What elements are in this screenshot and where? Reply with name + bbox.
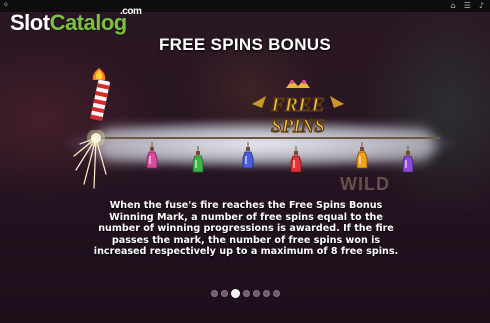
potion-bottle-red-icon	[290, 146, 302, 173]
pagination-dots	[0, 289, 490, 298]
watermark-catalog: Catalog	[49, 10, 128, 35]
pagination-dot[interactable]	[220, 290, 228, 297]
pagination-dot[interactable]	[252, 290, 260, 297]
free-spins-logo: FREE SPINS	[252, 80, 344, 138]
pagination-dot[interactable]	[210, 290, 218, 297]
watermark-com: .com	[120, 6, 142, 17]
potion-bottle-pink-icon	[146, 142, 158, 169]
rules-description: When the fuse's fire reaches the Free Sp…	[93, 200, 399, 258]
progression-bottles	[0, 138, 490, 178]
pagination-dot[interactable]	[272, 290, 280, 297]
potion-bottle-orange-icon	[356, 142, 368, 169]
logo-free-text: FREE	[270, 94, 324, 116]
menu-icon[interactable]: ☰	[464, 1, 471, 11]
sound-icon[interactable]: ♪	[479, 1, 484, 11]
potion-bottle-purple-icon	[402, 146, 414, 173]
potion-bottle-green-icon	[192, 146, 204, 173]
page-title: FREE SPINS BONUS	[159, 35, 331, 54]
slotcatalog-watermark: SlotCatalog .com	[10, 6, 142, 36]
logo-spins-text: SPINS	[271, 116, 325, 137]
top-bar-icons: ⌂ ☰ ♪	[451, 1, 484, 11]
pagination-dot[interactable]	[262, 290, 270, 297]
pagination-dot-active[interactable]	[230, 289, 240, 298]
pagination-dot[interactable]	[242, 290, 250, 297]
watermark-slot: Slot	[10, 10, 50, 35]
top-bar-corner-text: o	[4, 1, 8, 8]
home-icon[interactable]: ⌂	[451, 1, 456, 11]
potion-bottle-blue-icon	[242, 142, 254, 169]
firework-rocket-icon	[90, 68, 110, 121]
